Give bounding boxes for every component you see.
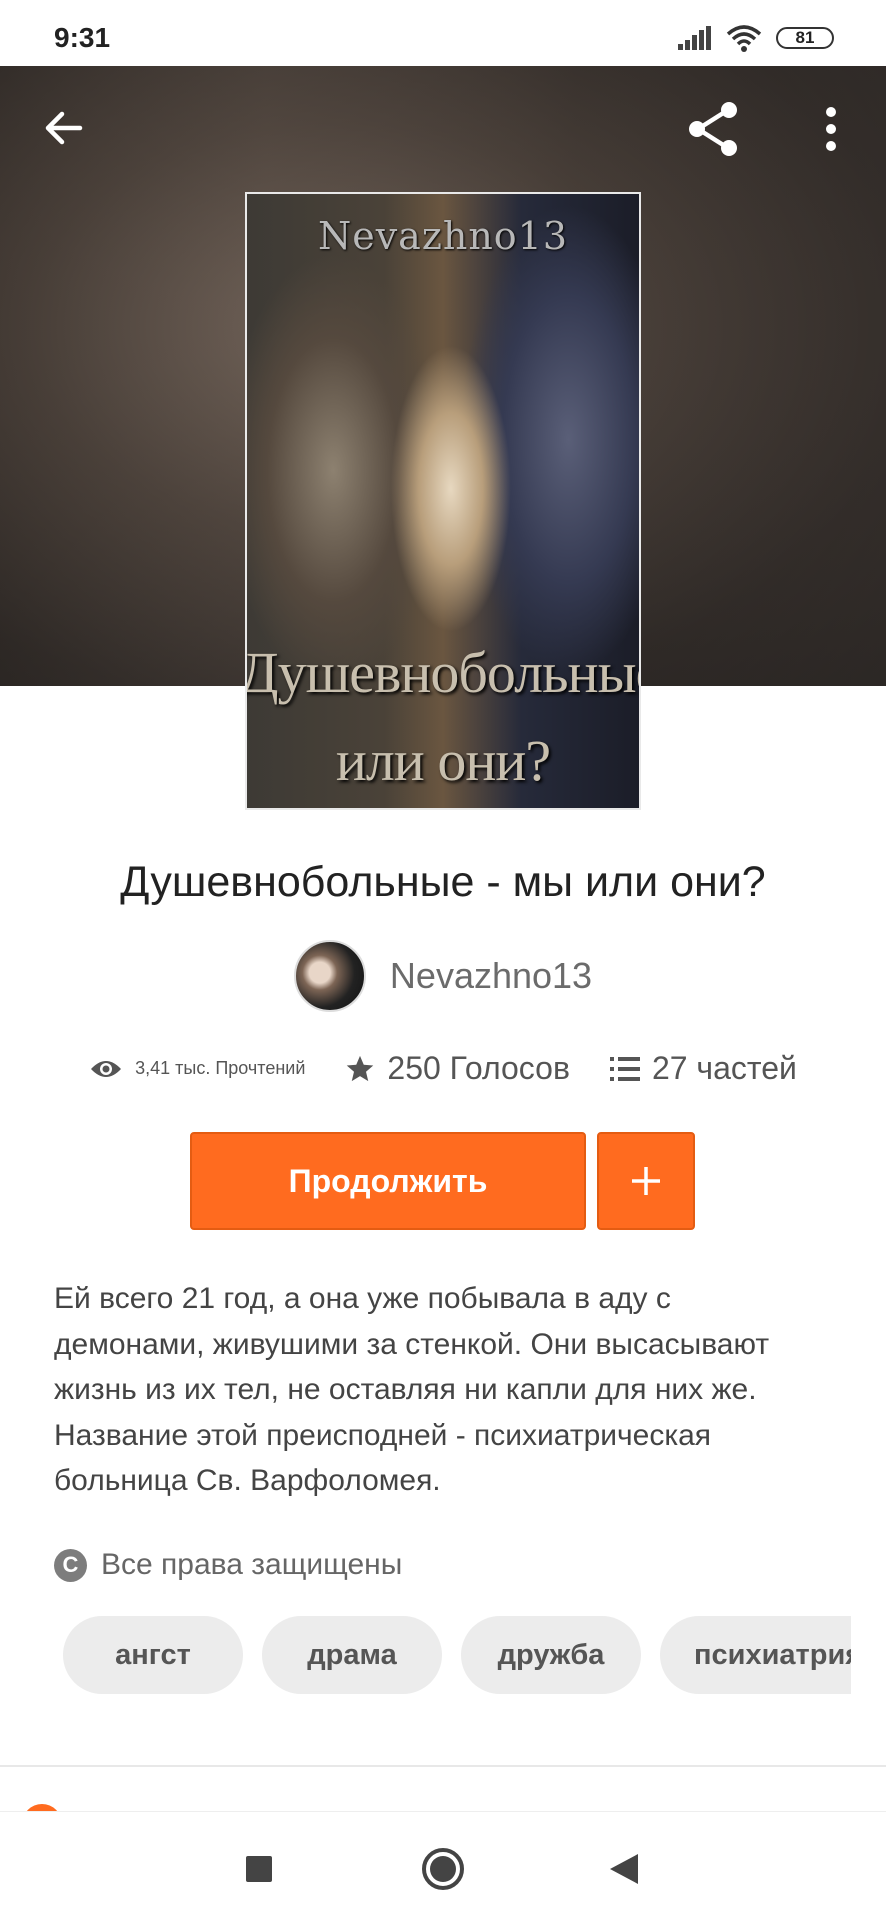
list-icon	[609, 1056, 640, 1081]
continue-reading-button[interactable]: Продолжить	[190, 1132, 586, 1230]
add-to-library-button[interactable]	[597, 1132, 695, 1230]
cover-title-line1: Душевнобольные - мы	[245, 640, 641, 705]
parts-count: 27 частей	[651, 1050, 797, 1086]
signal-icon	[678, 26, 711, 50]
battery-level: 81	[795, 28, 815, 47]
status-icons: 81	[678, 24, 834, 52]
story-description: Ей всего 21 год, а она уже побывала в ад…	[54, 1282, 770, 1497]
plus-icon	[632, 1167, 660, 1195]
tag-chip[interactable]: дружба	[461, 1616, 641, 1694]
share-icon[interactable]	[686, 100, 742, 158]
section-divider	[0, 1765, 886, 1767]
more-vert-icon[interactable]	[822, 106, 840, 152]
author-row[interactable]: Nevazhno13	[0, 940, 886, 1012]
back-button[interactable]	[608, 1852, 640, 1886]
system-nav-bar	[0, 1812, 886, 1920]
votes-count: 250 Голосов	[387, 1050, 570, 1086]
author-name[interactable]: Nevazhno13	[390, 955, 592, 997]
eye-icon	[91, 1060, 122, 1077]
tag-chip[interactable]: ангст	[63, 1616, 243, 1694]
copyright: C Все права защищены	[54, 1548, 402, 1582]
wifi-icon	[726, 25, 762, 52]
cover-title-text: Душевнобольные - мы или они?	[245, 629, 641, 805]
tag-list: ангст драма дружба психиатрия	[63, 1616, 851, 1694]
battery-icon: 81	[776, 27, 834, 49]
parts-stat: 27 частей	[609, 1050, 797, 1087]
home-button[interactable]	[420, 1846, 466, 1892]
copyright-text: Все права защищены	[101, 1548, 403, 1581]
votes-stat: 250 Голосов	[345, 1050, 570, 1087]
avatar[interactable]	[293, 940, 366, 1012]
tag-chip[interactable]: драма	[262, 1616, 442, 1694]
status-time: 9:31	[54, 22, 111, 53]
book-cover[interactable]: Nevazhno13 Душевнобольные - мы или они?	[245, 192, 641, 810]
copyright-icon: C	[54, 1548, 87, 1582]
tag-chip[interactable]: психиатрия	[660, 1616, 851, 1694]
cover-author-text: Nevazhno13	[317, 214, 569, 258]
back-arrow-icon[interactable]	[42, 106, 86, 150]
recents-button[interactable]	[244, 1854, 274, 1884]
story-stats: 3,41 тыс. Прочтений 250 Голосов 27 часте…	[0, 1050, 886, 1087]
story-title: Душевнобольные - мы или они?	[120, 858, 766, 906]
reads-count: 3,41 тыс. Прочтений	[135, 1058, 306, 1078]
cover-title-line2: или они?	[335, 728, 551, 793]
reads-stat: 3,41 тыс. Прочтений	[89, 1057, 305, 1081]
status-bar: 9:31 81	[0, 0, 886, 66]
star-icon	[347, 1055, 374, 1081]
